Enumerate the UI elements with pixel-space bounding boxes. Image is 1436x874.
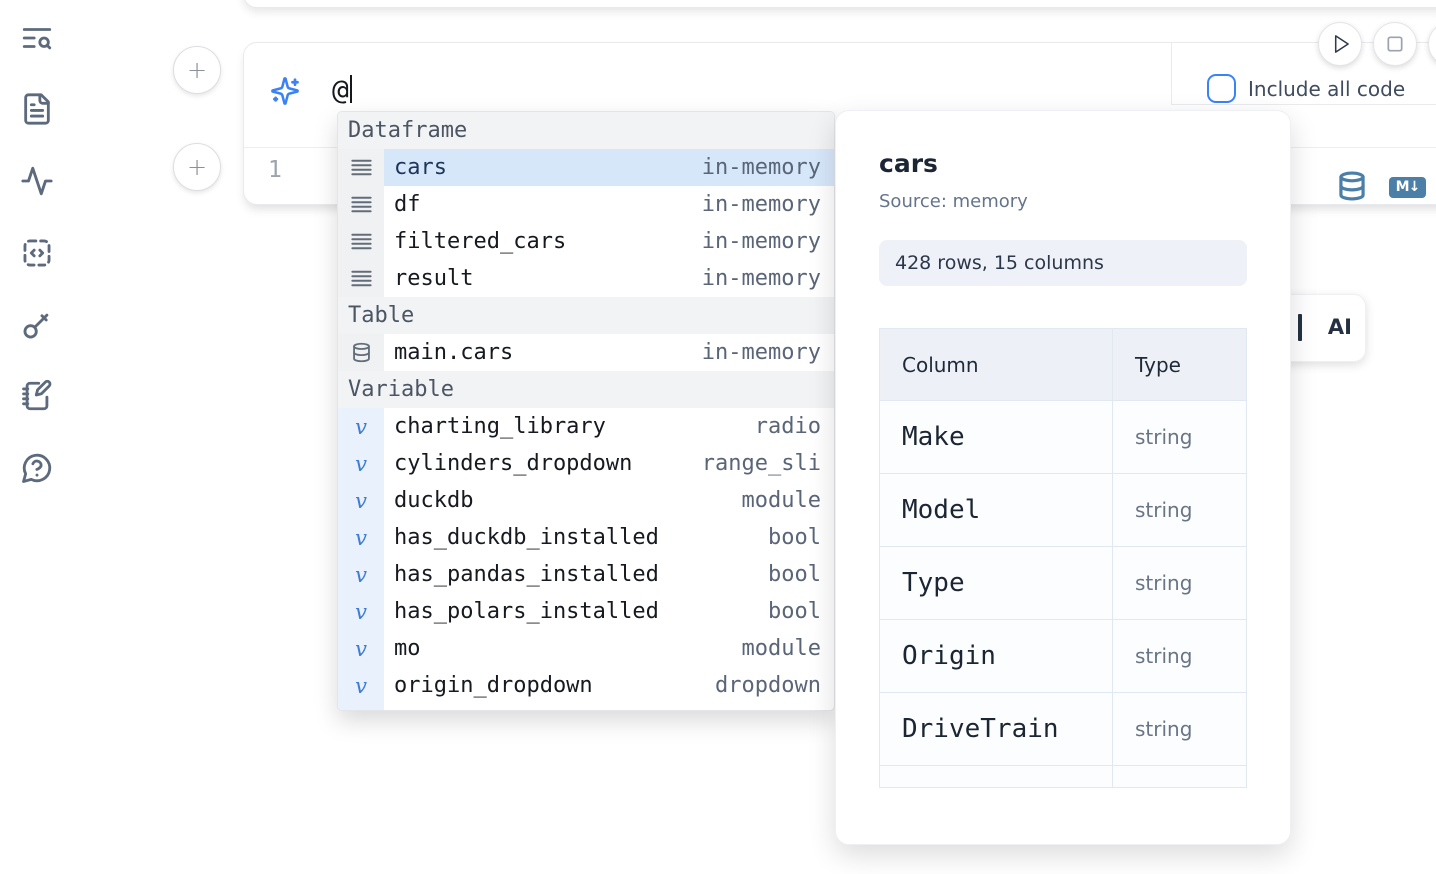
- stop-button[interactable]: [1373, 22, 1417, 66]
- dataframe-icon: [338, 186, 384, 223]
- schema-row: Type string: [880, 547, 1247, 620]
- sidebar-item-help[interactable]: [19, 452, 55, 488]
- autocomplete-item[interactable]: v pdmodule: [338, 704, 834, 711]
- schema-row: DriveTrain string: [880, 693, 1247, 766]
- dataframe-icon: [338, 149, 384, 186]
- text-search-icon: [20, 21, 54, 59]
- schema-row: [880, 766, 1247, 788]
- autocomplete-item[interactable]: carsin-memory: [338, 149, 834, 186]
- variable-icon: v: [338, 408, 384, 445]
- add-cell-button-bottom[interactable]: +: [173, 143, 221, 191]
- database-icon: [1336, 170, 1368, 202]
- autocomplete-dropdown: Dataframe carsin-memory dfin-memory filt…: [337, 111, 835, 711]
- autocomplete-item[interactable]: v origin_dropdowndropdown: [338, 667, 834, 704]
- activity-icon: [20, 164, 54, 202]
- ai-button-label: AI: [1328, 315, 1352, 339]
- preview-shape-badge: 428 rows, 15 columns: [879, 240, 1247, 286]
- sidebar-item-table-of-contents[interactable]: [19, 22, 55, 58]
- autocomplete-item[interactable]: v has_duckdb_installedbool: [338, 519, 834, 556]
- sidebar-item-dependencies[interactable]: [19, 165, 55, 201]
- variable-icon: v: [338, 593, 384, 630]
- autocomplete-section-header: Variable: [338, 371, 834, 408]
- variable-icon: v: [338, 704, 384, 711]
- line-number: 1: [268, 157, 282, 183]
- dataframe-icon: [338, 223, 384, 260]
- autocomplete-item[interactable]: v duckdbmodule: [338, 482, 834, 519]
- table-icon: [338, 334, 384, 371]
- sparkles-icon: [270, 76, 300, 106]
- variable-icon: v: [338, 482, 384, 519]
- sidebar: [0, 0, 72, 874]
- autocomplete-item[interactable]: resultin-memory: [338, 260, 834, 297]
- previous-cell-edge: [243, 0, 1436, 8]
- autocomplete-section-header: Table: [338, 297, 834, 334]
- include-all-code-label: Include all code: [1248, 77, 1405, 101]
- autocomplete-item[interactable]: main.carsin-memory: [338, 334, 834, 371]
- preview-title: cars: [879, 149, 1245, 178]
- schema-table: Column Type Make string Model string Typ…: [879, 328, 1247, 788]
- play-icon: [1319, 22, 1361, 66]
- stop-icon: [1374, 22, 1416, 66]
- text-cursor: [350, 75, 353, 103]
- autocomplete-item[interactable]: filtered_carsin-memory: [338, 223, 834, 260]
- help-chat-icon: [20, 451, 54, 489]
- autocomplete-item[interactable]: v has_polars_installedbool: [338, 593, 834, 630]
- include-all-code-checkbox[interactable]: [1207, 74, 1236, 103]
- variable-icon: v: [338, 630, 384, 667]
- convert-to-sql-button[interactable]: [1336, 170, 1368, 202]
- schema-row: Model string: [880, 474, 1247, 547]
- schema-table-container: Column Type Make string Model string Typ…: [879, 328, 1247, 794]
- marimo-notebook: + + @ Include all code 1 M↓: [0, 0, 1436, 874]
- run-cell-button[interactable]: [1318, 22, 1362, 66]
- schema-rows: Make string Model string Type string Ori…: [880, 401, 1247, 788]
- ai-prompt-input[interactable]: @: [332, 73, 352, 106]
- autocomplete-item[interactable]: v has_pandas_installedbool: [338, 556, 834, 593]
- convert-to-markdown-button[interactable]: M↓: [1389, 177, 1426, 198]
- preview-source: Source: memory: [879, 191, 1245, 212]
- snippets-icon: [20, 236, 54, 274]
- autocomplete-section-header: Dataframe: [338, 112, 834, 149]
- schema-row: Make string: [880, 401, 1247, 474]
- autocomplete-item[interactable]: dfin-memory: [338, 186, 834, 223]
- sidebar-item-files[interactable]: [19, 93, 55, 129]
- dataframe-preview-panel: cars Source: memory 428 rows, 15 columns…: [835, 110, 1291, 845]
- clipped-letter: [1298, 314, 1302, 341]
- schema-header-row: Column Type: [880, 329, 1247, 401]
- add-cell-button-top[interactable]: +: [173, 46, 221, 94]
- variable-icon: v: [338, 556, 384, 593]
- autocomplete-item[interactable]: v momodule: [338, 630, 834, 667]
- variable-icon: v: [338, 519, 384, 556]
- key-icon: [20, 308, 54, 346]
- sidebar-item-secrets[interactable]: [19, 309, 55, 345]
- dataframe-icon: [338, 260, 384, 297]
- scratchpad-icon: [20, 379, 54, 417]
- autocomplete-item[interactable]: v cylinders_dropdownrange_sli: [338, 445, 834, 482]
- variable-icon: v: [338, 667, 384, 704]
- sidebar-item-snippets[interactable]: [19, 237, 55, 273]
- sidebar-item-scratchpad[interactable]: [19, 380, 55, 416]
- schema-row: Origin string: [880, 620, 1247, 693]
- type-header: Type: [1113, 329, 1247, 401]
- column-header: Column: [880, 329, 1113, 401]
- autocomplete-sections: Dataframe carsin-memory dfin-memory filt…: [338, 112, 834, 711]
- autocomplete-item[interactable]: v charting_libraryradio: [338, 408, 834, 445]
- file-icon: [20, 92, 54, 130]
- variable-icon: v: [338, 445, 384, 482]
